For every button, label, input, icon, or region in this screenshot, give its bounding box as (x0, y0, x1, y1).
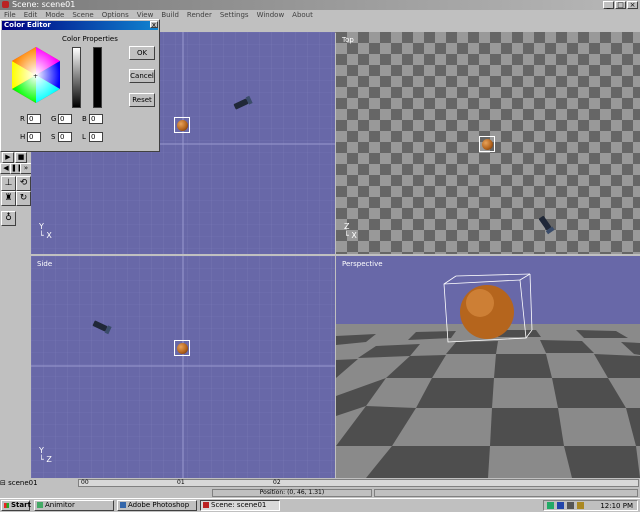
color-properties-heading: Color Properties (62, 35, 118, 43)
pin-tool-icon[interactable]: ♁ (1, 211, 16, 226)
menu-settings[interactable]: Settings (216, 10, 253, 20)
b-label: B (82, 115, 87, 123)
speaker-icon[interactable] (577, 502, 584, 509)
clock: 12:10 PM (600, 502, 633, 510)
side-viewport[interactable]: Side Y └ Z (31, 256, 335, 478)
l-label: L (82, 133, 86, 141)
lightness-slider[interactable] (72, 47, 81, 108)
app-icon (2, 1, 9, 8)
system-tray: 12:10 PM (543, 500, 638, 511)
cancel-button[interactable]: Cancel (129, 69, 155, 83)
orange-sphere[interactable] (174, 117, 190, 133)
perspective-floor (336, 273, 640, 478)
scene-name: ⊟ scene01 (0, 479, 38, 487)
color-editor-dialog: Color Editor x Color Properties + OK Can… (0, 19, 160, 152)
ruler-tick: 00 (81, 479, 89, 486)
s-field[interactable]: 0 (58, 132, 72, 142)
position-readout: Position: (0, 46, 1.31) (212, 489, 372, 497)
tray-icon[interactable] (547, 502, 554, 509)
taskbar-item-photoshop[interactable]: Adobe Photoshop (117, 500, 197, 511)
axis-gizmo: Z └ X (344, 222, 357, 240)
rotate-tool-icon[interactable]: ⟲ (16, 176, 31, 191)
taskbar: Start Animitor Adobe Photoshop Scene: sc… (0, 498, 640, 512)
select-tool-icon[interactable]: ♜ (1, 191, 16, 206)
window-title-bar: Scene: scene01 _ □ × (0, 0, 640, 10)
status-field (374, 489, 638, 497)
g-label: G (51, 115, 57, 123)
s-label: S (51, 133, 56, 141)
minimize-button[interactable]: _ (603, 1, 614, 9)
r-field[interactable]: 0 (27, 114, 41, 124)
close-icon[interactable]: x (150, 21, 158, 29)
perspective-viewport[interactable]: Perspective (336, 256, 640, 478)
status-bar: ⊟ scene01 00 01 02 Position: (0, 46, 1.3… (0, 478, 640, 498)
maximize-button[interactable]: □ (615, 1, 626, 9)
menu-about[interactable]: About (288, 10, 317, 20)
menu-build[interactable]: Build (157, 10, 183, 20)
viewport-label-top: Top (342, 36, 354, 44)
tray-icon[interactable] (567, 502, 574, 509)
color-editor-title: Color Editor (2, 21, 158, 30)
ruler-tick: 01 (177, 479, 185, 486)
orange-sphere[interactable] (174, 340, 190, 356)
taskbar-item-scene[interactable]: Scene: scene01 (200, 500, 280, 511)
side-grid (31, 256, 335, 478)
taskbar-item-animitor[interactable]: Animitor (34, 500, 114, 511)
viewport-label-side: Side (37, 260, 53, 268)
move-tool-icon[interactable]: ⊥ (1, 176, 16, 191)
g-field[interactable]: 0 (58, 114, 72, 124)
ruler-tick: 02 (273, 479, 281, 486)
color-wheel[interactable]: + (6, 45, 66, 105)
play-icon[interactable]: ▶ (2, 152, 14, 163)
color-preview (93, 47, 102, 108)
app-icon (203, 502, 209, 508)
stop-icon[interactable]: ■ (15, 152, 27, 163)
axis-gizmo: Y └ X (39, 222, 52, 240)
tray-icon[interactable] (557, 502, 564, 509)
ok-button[interactable]: OK (129, 46, 155, 60)
close-button[interactable]: × (627, 1, 638, 9)
reset-button[interactable]: Reset (129, 93, 155, 107)
window-title: Scene: scene01 (12, 0, 76, 9)
menu-window[interactable]: Window (253, 10, 289, 20)
b-field[interactable]: 0 (89, 114, 103, 124)
photoshop-icon (120, 502, 126, 508)
orange-sphere[interactable] (479, 136, 495, 152)
h-field[interactable]: 0 (27, 132, 41, 142)
timeline-ruler[interactable]: 00 01 02 (78, 479, 639, 487)
h-label: H (20, 133, 26, 141)
link-tool-icon[interactable]: ↻ (16, 191, 31, 206)
svg-text:+: + (33, 73, 38, 80)
r-label: R (20, 115, 25, 123)
menu-render[interactable]: Render (183, 10, 216, 20)
top-viewport[interactable]: Top Z └ X (336, 32, 640, 254)
start-button[interactable]: Start (1, 500, 31, 511)
axis-gizmo: Y └ Z (39, 446, 52, 464)
viewport-label-perspective: Perspective (342, 260, 383, 268)
app-icon (37, 502, 43, 508)
l-field[interactable]: 0 (89, 132, 103, 142)
